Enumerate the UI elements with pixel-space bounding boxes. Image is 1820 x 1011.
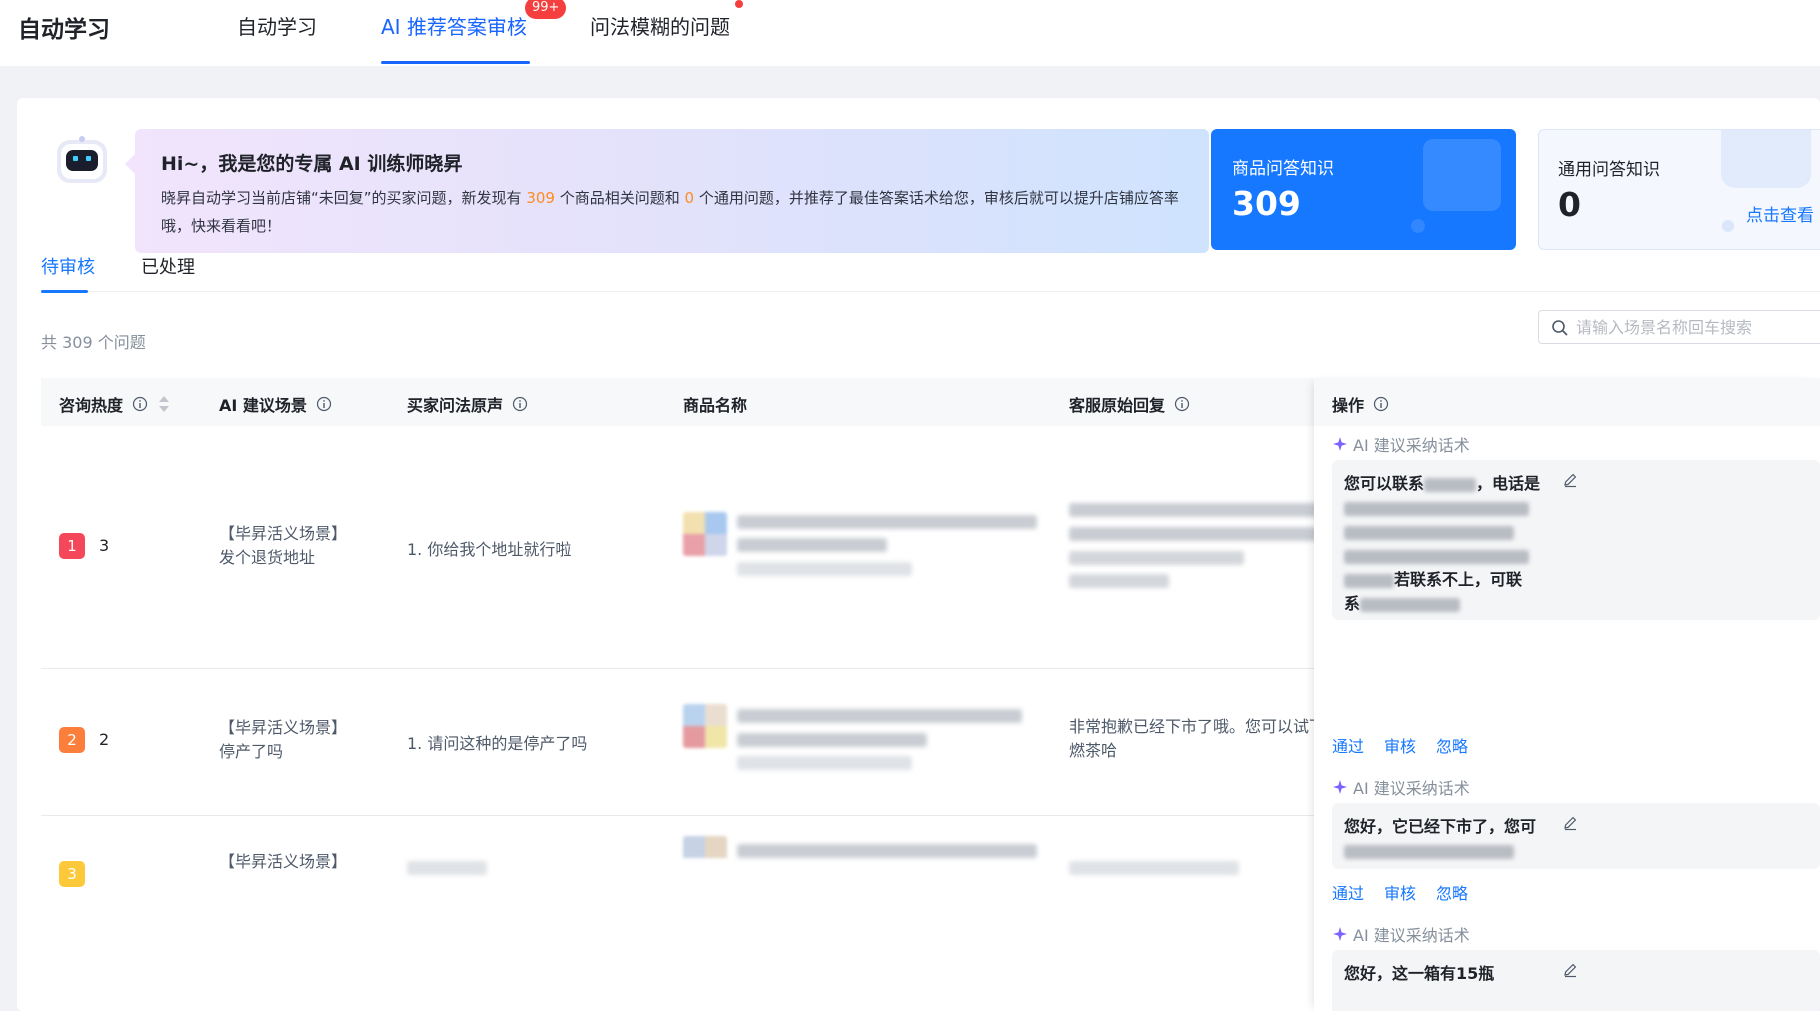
robot-avatar-icon [57,136,107,183]
active-tab-indicator [381,61,530,64]
tab-pending[interactable]: 待审核 [41,253,95,279]
nav-tab-ai-review[interactable]: AI 推荐答案审核 [381,11,527,40]
product-name-blurred [737,844,1037,858]
top-nav: 自动学习 自动学习 AI 推荐答案审核 99+ 问法模糊的问题 [0,0,1820,66]
product-qa-value: 309 [1232,184,1301,223]
tab-divider [41,291,1820,292]
banner-notch [125,154,135,174]
sparkle-icon [1333,437,1347,451]
review-button[interactable]: 审核 [1384,880,1416,904]
ai-suggestion-tag: AI 建议采纳话术 [1332,432,1470,456]
decor-dot [1411,219,1425,233]
rank-badge: 3 [59,861,85,887]
ai-suggestion-box[interactable]: 您可以联系 ，电话是 若联系不上，可联 系 [1332,460,1820,620]
scene-cell: 【毕昇活义场景】 发个退货地址 [219,524,348,567]
general-qa-stat-card[interactable]: 通用问答知识 0 点击查看 [1538,129,1820,250]
heat-value: 3 [99,536,110,555]
banner-title: Hi~，我是您的专属 AI 训练师晓昇 [161,153,463,175]
product-name-blurred [737,538,887,552]
main-card: Hi~，我是您的专属 AI 训练师晓昇 晓昇自动学习当前店铺“未回复”的买家问题… [17,98,1820,1011]
ai-suggestion-tag: AI 建议采纳话术 [1332,922,1470,946]
reply-blurred [1069,551,1244,565]
reply-blurred [1069,574,1169,588]
info-icon[interactable] [316,396,332,412]
product-name-blurred [737,562,912,576]
edit-icon[interactable] [1562,962,1578,978]
rank-badge: 2 [59,727,85,753]
ai-trainer-banner: Hi~，我是您的专属 AI 训练师晓昇 晓昇自动学习当前店铺“未回复”的买家问题… [135,129,1209,253]
reply-cell: 非常抱歉已经下市了哦。您可以试下 燃茶哈 [1069,717,1324,760]
reply-blurred [1069,503,1319,517]
general-qa-value: 0 [1558,185,1581,224]
product-qa-stat-card[interactable]: 商品问答知识 309 [1211,129,1516,250]
decor-dot [1722,220,1734,232]
header-scene: AI 建议场景 [219,392,332,416]
scene-cell: 【毕昇活义场景】 [219,852,348,871]
shopping-bag-icon [1423,139,1501,211]
ai-suggestion-tag: AI 建议采纳话术 [1332,775,1470,799]
tab-processed[interactable]: 已处理 [141,253,195,279]
header-heat: 咨询热度 [59,392,170,416]
edit-icon[interactable] [1562,472,1578,488]
rank-badge: 1 [59,533,85,559]
scene-search [1538,310,1820,344]
ai-suggestion-box[interactable]: 您好，这一箱有15瓶 [1332,950,1820,1011]
view-general-link[interactable]: 点击查看 [1746,201,1814,226]
question-blurred [407,861,487,875]
row-actions: 通过 审核 忽略 [1332,733,1468,757]
header-question: 买家问法原声 [407,392,528,416]
sparkle-icon [1333,780,1347,794]
product-name-blurred [737,709,1022,723]
search-input[interactable] [1576,316,1820,338]
chat-bubble-icon [1721,130,1811,188]
question-cell: 1. 请问这种的是停产了吗 [407,734,588,753]
header-product: 商品名称 [683,396,748,415]
notification-dot [735,0,743,8]
sparkle-icon [1333,927,1347,941]
approve-button[interactable]: 通过 [1332,733,1364,757]
banner-text: 晓昇自动学习当前店铺“未回复”的买家问题，新发现有 309 个商品相关问题和 0… [161,189,1179,235]
product-name-blurred [737,756,912,770]
search-icon [1552,320,1568,336]
question-count: 共 309 个问题 [41,333,146,352]
general-qa-label: 通用问答知识 [1558,160,1660,180]
product-thumbnail [683,704,727,748]
info-icon[interactable] [1373,396,1389,412]
general-question-count: 0 [684,189,695,207]
question-cell: 1. 你给我个地址就行啦 [407,540,572,559]
approve-button[interactable]: 通过 [1332,880,1364,904]
header-operation: 操作 [1332,392,1389,416]
edit-icon[interactable] [1562,815,1578,831]
operation-column: 操作 AI 建议采纳话术 您可以联系 ，电话是 若联系不上，可联 系 通过 审核 … [1314,378,1820,1011]
reply-blurred [1069,861,1239,875]
info-icon[interactable] [1174,396,1190,412]
operation-header: 操作 [1314,378,1820,426]
sort-icon[interactable] [158,394,170,414]
nav-tab-auto-learn[interactable]: 自动学习 [237,11,317,40]
scene-cell: 【毕昇活义场景】 停产了吗 [219,718,348,761]
product-qa-label: 商品问答知识 [1232,159,1334,179]
app-title: 自动学习 [18,17,110,43]
product-question-count: 309 [526,189,555,207]
heat-value: 2 [99,730,110,749]
ignore-button[interactable]: 忽略 [1436,880,1468,904]
info-icon[interactable] [512,396,528,412]
product-name-blurred [737,515,1037,529]
ai-suggestion-box[interactable]: 您好，它已经下市了，您可 [1332,803,1820,869]
nav-tab-vague-questions[interactable]: 问法模糊的问题 [590,11,730,40]
product-thumbnail [683,836,727,880]
subtab-indicator [41,290,88,293]
header-reply: 客服原始回复 [1069,392,1190,416]
ignore-button[interactable]: 忽略 [1436,733,1468,757]
product-thumbnail [683,512,727,556]
review-count-badge: 99+ [525,0,567,19]
reply-blurred [1069,527,1319,541]
review-button[interactable]: 审核 [1384,733,1416,757]
row-actions: 通过 审核 忽略 [1332,880,1468,904]
product-name-blurred [737,733,927,747]
info-icon[interactable] [132,396,148,412]
